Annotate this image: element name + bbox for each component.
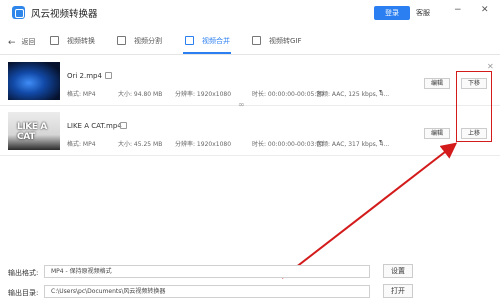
annotation-arrow-icon [281,142,458,279]
open-folder-button[interactable]: 打开 [383,284,413,298]
output-format-field[interactable]: MP4 - 保持原视频格式 [44,265,370,278]
output-dir-label: 输出目录: [8,289,39,297]
output-format-label: 输出格式: [8,269,39,277]
settings-button[interactable]: 设置 [383,264,413,278]
output-dir-field[interactable]: C:\Users\pc\Documents\风云视频转换器 [44,285,370,298]
